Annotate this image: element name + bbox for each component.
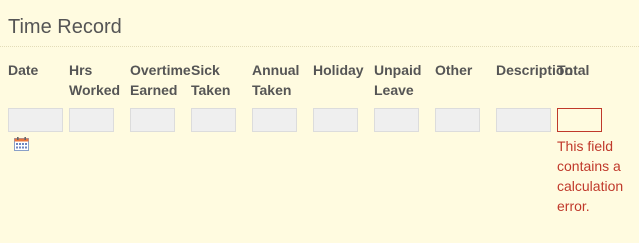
- header-annual-taken: Annual Taken: [252, 62, 300, 98]
- header-hrs-worked: Hrs Worked: [69, 62, 121, 98]
- hrs-worked-input[interactable]: [69, 108, 114, 132]
- date-input[interactable]: [8, 108, 63, 132]
- overtime-earned-input[interactable]: [130, 108, 175, 132]
- other-input[interactable]: [435, 108, 480, 132]
- description-input[interactable]: [496, 108, 551, 132]
- total-error-message: This field contains a calculation error.: [557, 138, 624, 214]
- header-date: Date: [8, 62, 39, 78]
- calendar-icon[interactable]: [14, 137, 29, 151]
- header-sick-taken: Sick Taken: [191, 62, 231, 98]
- unpaid-leave-input[interactable]: [374, 108, 419, 132]
- annual-taken-input[interactable]: [252, 108, 297, 132]
- section-title: Time Record: [8, 16, 122, 38]
- holiday-input[interactable]: [313, 108, 358, 132]
- sick-taken-input[interactable]: [191, 108, 236, 132]
- header-other: Other: [435, 62, 473, 78]
- header-unpaid-leave: Unpaid Leave: [374, 62, 422, 98]
- total-input[interactable]: [557, 108, 602, 132]
- header-overtime-earned: Overtime Earned: [130, 62, 191, 98]
- header-total: Total: [557, 62, 590, 78]
- header-holiday: Holiday: [313, 62, 364, 78]
- section-divider: [0, 46, 639, 47]
